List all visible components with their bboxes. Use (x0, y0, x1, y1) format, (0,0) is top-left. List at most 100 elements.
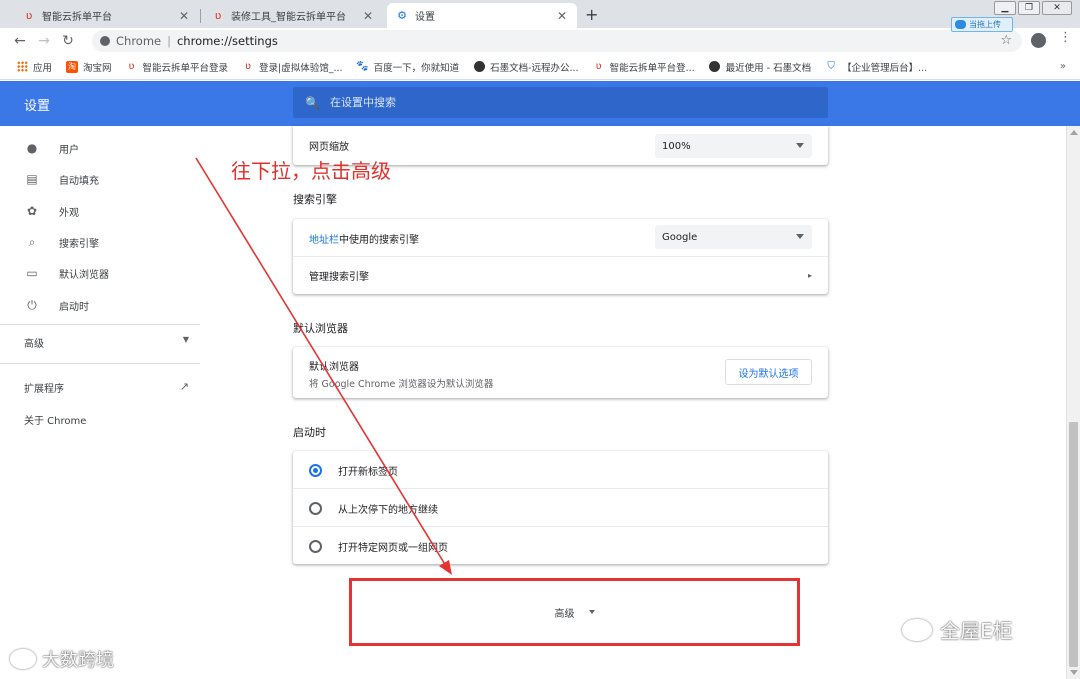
advanced-button[interactable]: 高级 (349, 578, 800, 646)
apps-icon (16, 61, 28, 73)
person-icon: ● (26, 141, 38, 155)
bookmark-apps[interactable]: 应用 (16, 60, 52, 74)
chevron-down-icon (796, 234, 804, 239)
profile-avatar[interactable] (1031, 33, 1046, 48)
maximize-button[interactable]: ❐ (1018, 1, 1040, 15)
engine-value: Google (662, 231, 698, 243)
tab-1[interactable]: ʋ 智能云拆单平台 ✕ (14, 3, 199, 28)
search-input[interactable] (329, 96, 810, 109)
radio-unchecked[interactable] (309, 540, 322, 553)
close-icon[interactable]: ✕ (177, 9, 191, 23)
shimo-icon (473, 61, 485, 73)
radio-checked[interactable] (309, 464, 322, 477)
forward-icon[interactable]: → (32, 33, 56, 49)
manage-search-engines[interactable]: 管理搜索引擎 ▸ (309, 268, 812, 283)
bookmark-label: 智能云拆单平台登录 (142, 62, 229, 74)
minimize-button[interactable]: ▁ (994, 1, 1016, 15)
tab-title: 设置 (415, 12, 435, 23)
bookmark-item[interactable]: 最近使用 - 石墨文档 (709, 60, 811, 74)
close-icon[interactable]: ✕ (555, 9, 569, 23)
sidebar-item-startup[interactable]: ⏻ 启动时 (24, 297, 89, 313)
row-divider (293, 526, 828, 527)
sidebar-divider (0, 363, 200, 364)
watermark-left-text: 大数跨境 (42, 650, 114, 671)
advanced-label: 高级 (554, 608, 575, 620)
tab-2[interactable]: ʋ 装修工具_智能云拆单平台 ✕ (203, 3, 383, 28)
bookmark-item[interactable]: ʋ 智能云拆单平台登录 (126, 60, 229, 74)
taobao-icon: 淘 (66, 60, 79, 73)
search-engine-select[interactable]: Google (655, 225, 812, 249)
bookmark-label: 淘宝网 (83, 62, 112, 74)
radio-unchecked[interactable] (309, 502, 322, 515)
search-icon: ⌕ (28, 234, 36, 249)
sidebar-item-autofill[interactable]: ▤ 自动填充 (24, 171, 99, 187)
bookmark-item[interactable]: ʋ 登录|虚拟体验馆_... (242, 60, 343, 74)
startup-option[interactable]: 从上次停下的地方继续 (309, 501, 812, 516)
browser-toolbar: ← → ↻ Chrome | chrome://settings ☆ (0, 28, 1080, 54)
sidebar-item-people[interactable]: ● 用户 (24, 140, 79, 156)
shield-icon: ⛉ (827, 61, 835, 72)
bookmark-label: 智能云拆单平台登... (609, 62, 695, 74)
close-icon[interactable]: ✕ (361, 9, 375, 23)
watermark-right-text: 全屋E柜 (940, 619, 1013, 643)
shimo-icon (709, 61, 721, 73)
bookmarks-overflow-icon[interactable]: » (1060, 61, 1066, 72)
watermark-right: 全屋E柜 (902, 615, 1013, 644)
sidebar-item-about[interactable]: 关于 Chrome (24, 412, 86, 427)
baidu-icon: 🐾 (356, 61, 369, 72)
menu-icon[interactable]: ⋮ (1059, 30, 1072, 45)
bookmark-item[interactable]: 石墨文档-远程办公... (473, 60, 579, 74)
sidebar-item-label: 外观 (59, 207, 79, 219)
tab-strip: ʋ 智能云拆单平台 ✕ ʋ 装修工具_智能云拆单平台 ✕ ⚙ 设置 ✕ + ▁ … (0, 0, 1080, 28)
sidebar-item-label: 自动填充 (59, 175, 99, 187)
close-window-button[interactable]: ✕ (1042, 1, 1072, 15)
bookmark-taobao[interactable]: 淘 淘宝网 (66, 60, 112, 74)
red-logo-icon: ʋ (128, 61, 135, 72)
red-logo-icon: ʋ (595, 61, 602, 72)
startup-option[interactable]: 打开新标签页 (309, 463, 812, 478)
zoom-label: 网页缩放 (309, 142, 349, 153)
settings-search[interactable]: 🔍 (293, 87, 828, 118)
upload-badge[interactable]: 当拖上传 (951, 17, 1013, 32)
bookmark-label: 百度一下，你就知道 (373, 62, 460, 74)
scroll-up-icon[interactable] (1070, 130, 1078, 135)
power-icon: ⏻ (27, 297, 37, 312)
sidebar-item-search[interactable]: ⌕ 搜索引擎 (24, 234, 99, 250)
zoom-value: 100% (662, 140, 691, 152)
sidebar: ● 用户 ▤ 自动填充 ✿ 外观 ⌕ 搜索引擎 ▭ 默认浏览器 ⏻ 启动时 高级… (0, 126, 205, 679)
sidebar-item-label: 扩展程序 (24, 384, 64, 395)
scroll-thumb[interactable] (1069, 422, 1078, 667)
search-engine-card: 地址栏 中使用的搜索引擎 Google 管理搜索引擎 ▸ (293, 219, 828, 294)
bookmark-label: 最近使用 - 石墨文档 (725, 62, 812, 74)
startup-option[interactable]: 打开特定网页或一组网页 (309, 539, 812, 554)
default-browser-label: 默认浏览器 (309, 362, 359, 373)
bookmark-item[interactable]: ʋ 智能云拆单平台登... (593, 60, 695, 74)
browser-icon: ▭ (26, 266, 38, 280)
address-bar[interactable]: Chrome | chrome://settings ☆ (92, 30, 1022, 52)
clipboard-icon: ▤ (26, 172, 38, 186)
star-icon[interactable]: ☆ (1000, 33, 1012, 48)
startup-option-label: 从上次停下的地方继续 (338, 505, 438, 516)
scroll-down-icon[interactable] (1070, 670, 1078, 675)
zoom-select[interactable]: 100% (655, 134, 812, 158)
sidebar-item-default-browser[interactable]: ▭ 默认浏览器 (24, 265, 109, 281)
make-default-button[interactable]: 设为默认选项 (725, 359, 812, 385)
tab-settings[interactable]: ⚙ 设置 ✕ (387, 3, 577, 28)
sidebar-item-extensions[interactable]: 扩展程序 ↗ (24, 380, 189, 395)
reload-icon[interactable]: ↻ (56, 33, 80, 49)
new-tab-button[interactable]: + (585, 5, 598, 24)
sidebar-item-appearance[interactable]: ✿ 外观 (24, 203, 79, 219)
sidebar-item-advanced[interactable]: 高级 ▼ (24, 335, 189, 350)
window-controls: ▁ ❐ ✕ (994, 1, 1072, 15)
url-text: chrome://settings (176, 34, 278, 48)
wechat-icon (902, 618, 932, 641)
site-chip: Chrome (116, 34, 162, 48)
scrollbar[interactable] (1066, 126, 1080, 679)
bookmark-item[interactable]: ⛉ 【企业管理后台】... (825, 60, 927, 74)
back-icon[interactable]: ← (8, 33, 32, 49)
bookmarks-bar: 应用 淘 淘宝网 ʋ 智能云拆单平台登录 ʋ 登录|虚拟体验馆_... 🐾 百度… (0, 54, 1080, 80)
bookmark-baidu[interactable]: 🐾 百度一下，你就知道 (356, 60, 460, 74)
address-bar-link[interactable]: 地址栏 (309, 231, 339, 246)
red-logo-icon: ʋ (214, 9, 222, 22)
chevron-down-icon: ▼ (182, 335, 189, 344)
